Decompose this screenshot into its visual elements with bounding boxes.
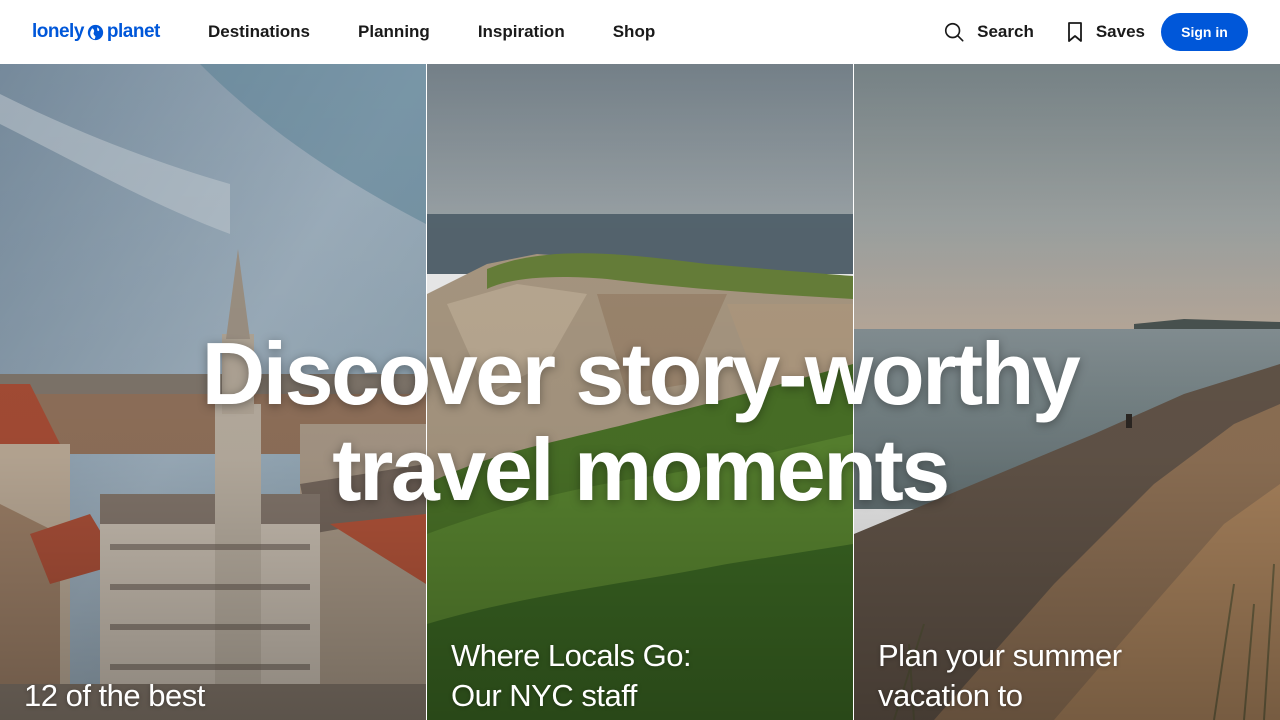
sign-in-button[interactable]: Sign in: [1161, 13, 1248, 51]
nav-item-shop[interactable]: Shop: [613, 22, 656, 42]
search-icon: [945, 22, 964, 42]
top-navigation-bar: lonely planet Destinations Planning Insp…: [0, 0, 1280, 64]
nav-item-planning[interactable]: Planning: [358, 22, 430, 42]
card-caption-nyc: Where Locals Go: Our NYC staff: [451, 636, 692, 716]
search-button[interactable]: Search: [943, 21, 1034, 43]
caption-line: Where Locals Go:: [451, 638, 692, 673]
main-nav: Destinations Planning Inspiration Shop: [208, 0, 703, 64]
logo-text-planet: planet: [106, 21, 160, 42]
lonely-planet-logo[interactable]: lonely planet: [32, 19, 160, 45]
card-caption-summer: Plan your summer vacation to: [878, 636, 1122, 716]
hero-section: 12 of the best Where Locals Go: Our NYC …: [0, 64, 1280, 720]
bookmark-icon: [1067, 22, 1082, 42]
caption-line: 12 of the best: [24, 678, 205, 713]
card-caption-city: 12 of the best: [24, 676, 205, 716]
caption-line: Our NYC staff: [451, 678, 637, 713]
headline-line: travel moments: [332, 420, 950, 519]
caption-line: Plan your summer: [878, 638, 1122, 673]
hero-headline: Discover story-worthy travel moments: [0, 326, 1280, 518]
nav-item-destinations[interactable]: Destinations: [208, 22, 310, 42]
logo-text-lonely: lonely: [32, 21, 84, 42]
nav-item-inspiration[interactable]: Inspiration: [478, 22, 565, 42]
search-label: Search: [977, 22, 1034, 41]
caption-line: vacation to: [878, 678, 1023, 713]
saves-button[interactable]: Saves: [1066, 21, 1145, 43]
headline-line: Discover story-worthy: [201, 324, 1081, 423]
globe-icon: [87, 24, 104, 40]
saves-label: Saves: [1095, 22, 1145, 41]
header-tools: Search Saves Sign in: [943, 0, 1248, 64]
